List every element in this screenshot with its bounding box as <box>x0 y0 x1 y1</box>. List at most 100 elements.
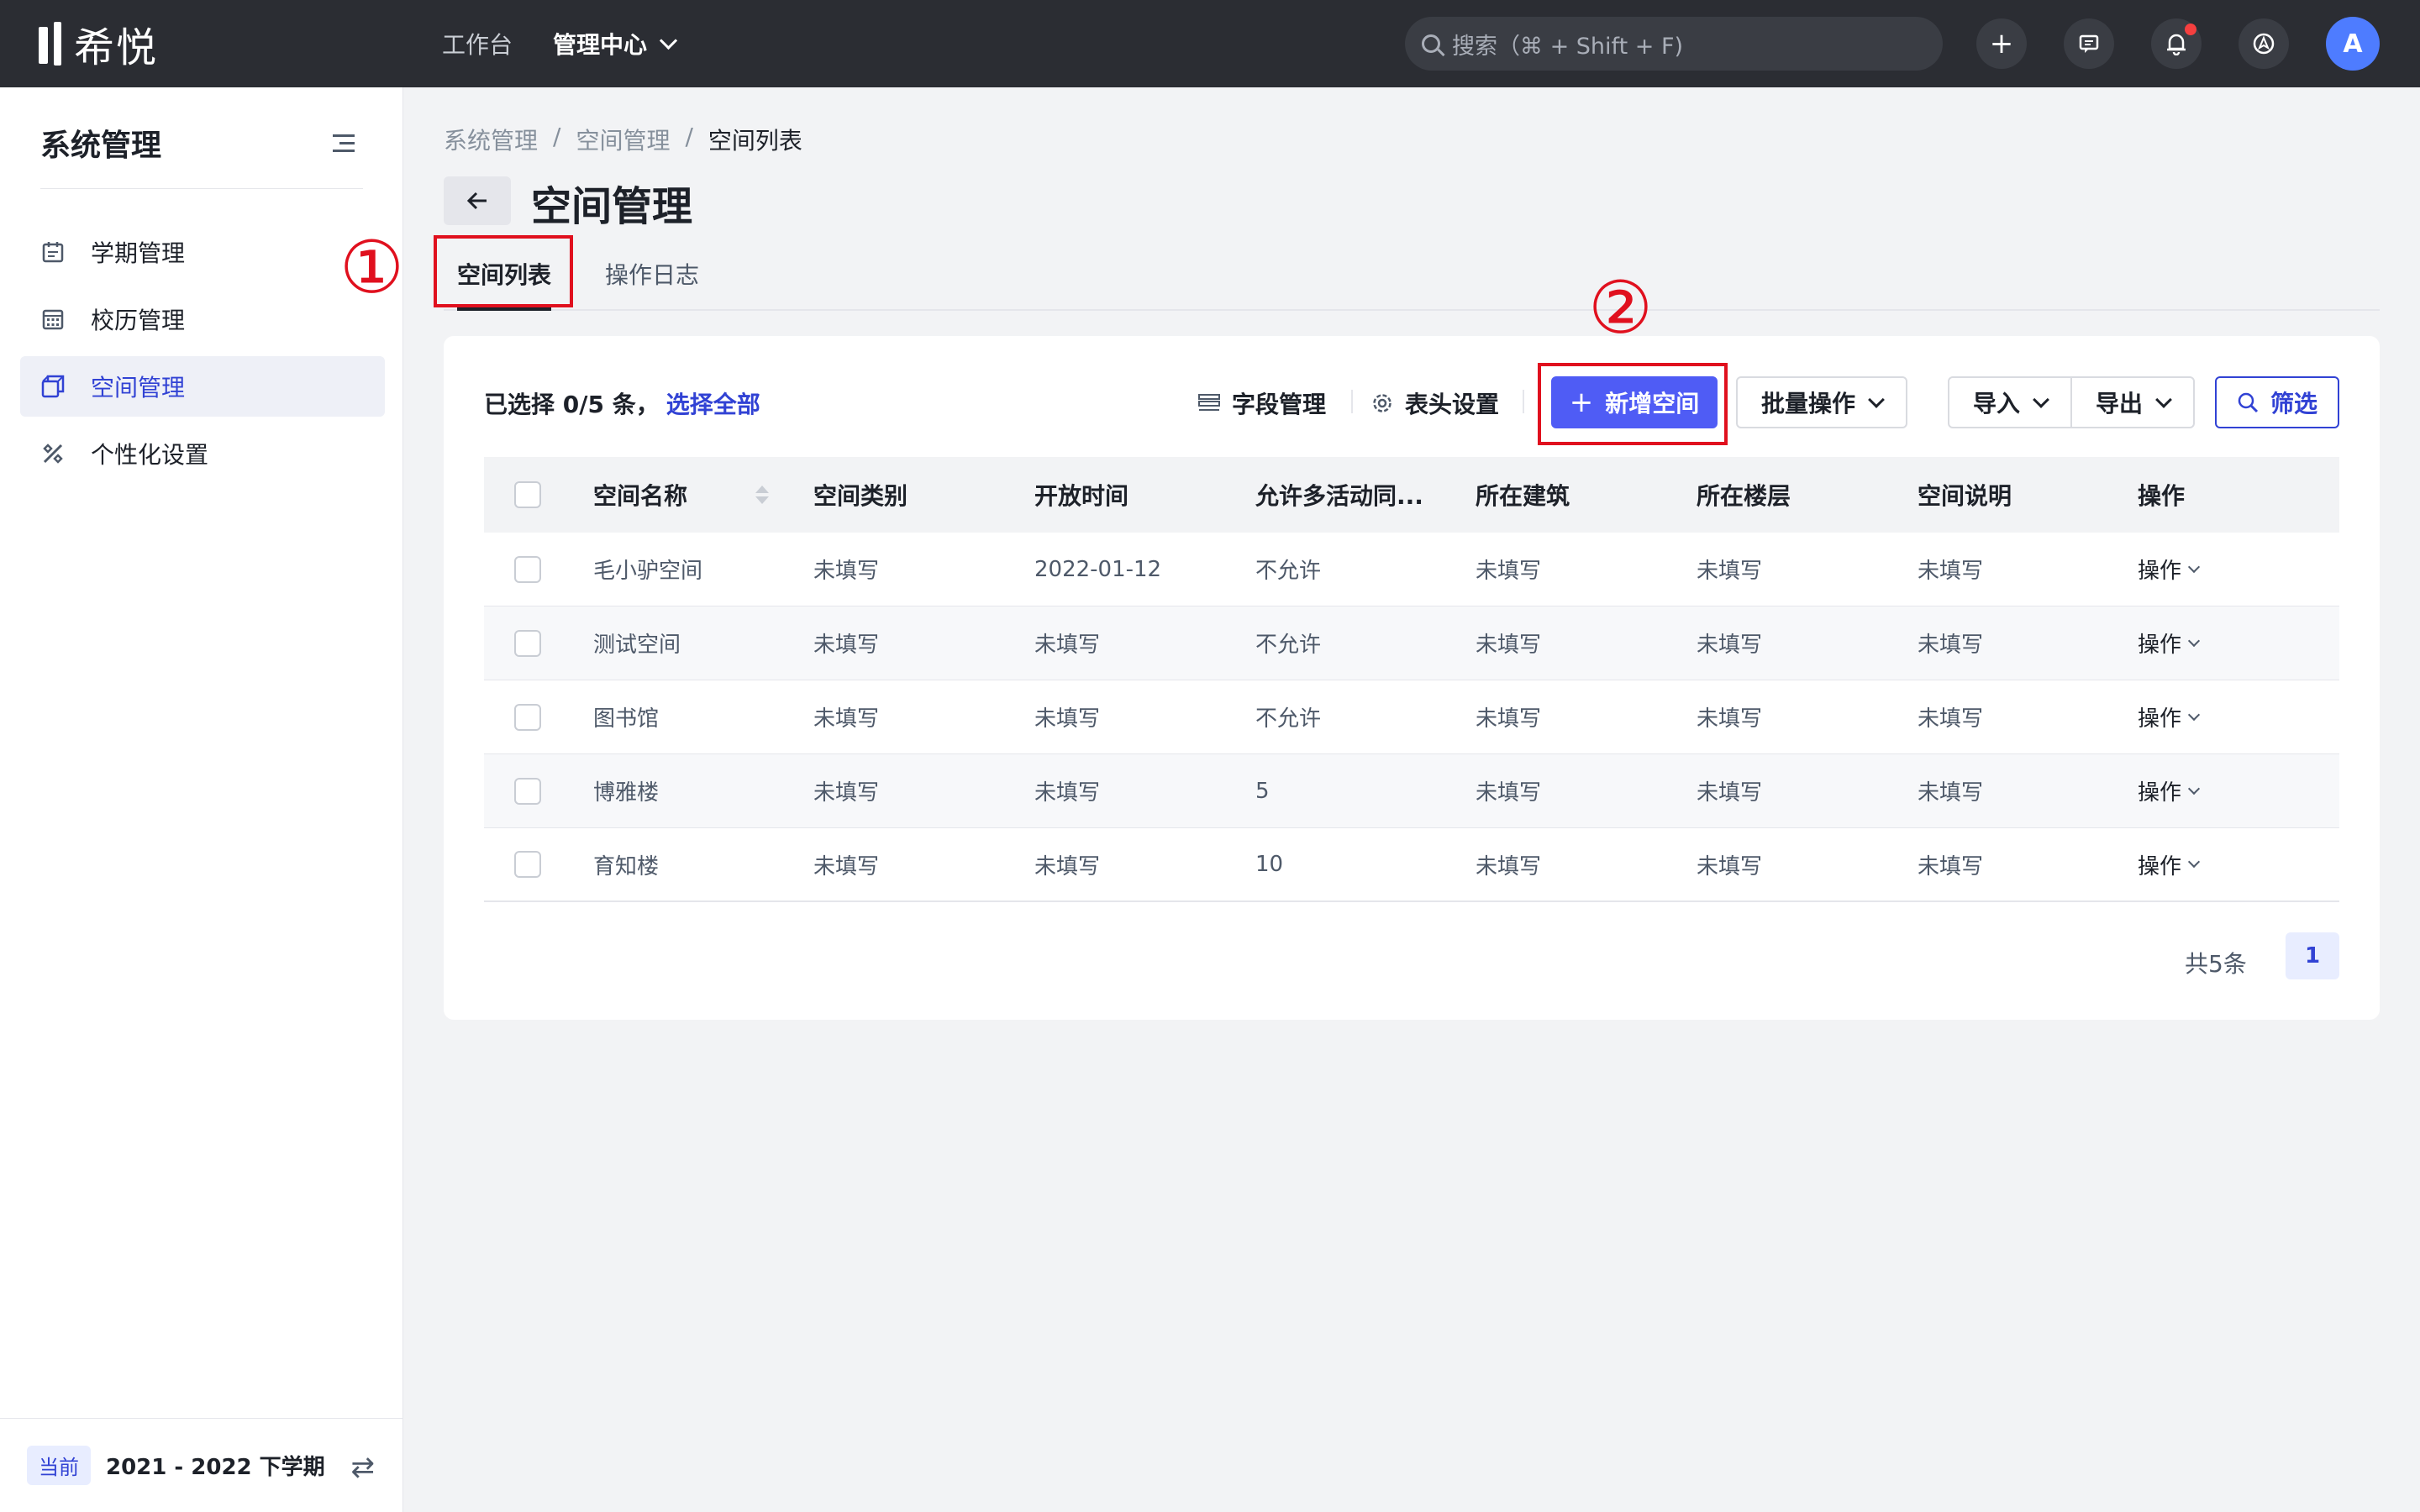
chevron-down-icon <box>2187 634 2201 647</box>
multi-activity: 不允许 <box>1255 633 1322 658</box>
sidebar-title: 系统管理 <box>40 129 162 163</box>
nav-admin-center[interactable]: 管理中心 <box>553 27 678 60</box>
column-header: 允许多活动同... <box>1255 482 1423 510</box>
sidebar-item-label: 学期管理 <box>91 239 186 267</box>
header-settings-button[interactable]: 表头设置 <box>1371 386 1499 420</box>
row-checkbox[interactable] <box>514 703 541 731</box>
chevron-down-icon <box>1868 391 1885 408</box>
field-manage-button[interactable]: 字段管理 <box>1198 386 1326 420</box>
gear-icon <box>1373 394 1392 412</box>
nav-admin-center-label: 管理中心 <box>553 31 648 59</box>
chevron-down-icon <box>659 31 678 50</box>
space-name: 毛小驴空间 <box>593 559 703 584</box>
space-table: 空间名称 空间类别 开放时间 允许多活动同... 所在建筑 所在楼层 空间说明 … <box>484 457 2339 902</box>
tab-operation-log[interactable]: 操作日志 <box>605 239 699 309</box>
multi-activity: 不允许 <box>1255 706 1322 732</box>
pagination-total: 共5条 <box>2185 950 2247 978</box>
batch-ops-dropdown[interactable]: 批量操作 <box>1736 376 1907 428</box>
notifications-button[interactable] <box>2151 18 2202 69</box>
select-all-link[interactable]: 选择全部 <box>666 391 760 418</box>
select-all-checkbox[interactable] <box>514 481 541 508</box>
space-list-card: 已选择 0/5 条， 选择全部 字段管理 表头设置 + 新增空间 批量操作 导入 … <box>444 336 2380 1020</box>
export-dropdown[interactable]: 导出 <box>2070 376 2195 428</box>
sidebar-item-label: 个性化设置 <box>91 441 209 469</box>
table-header: 空间名称 空间类别 开放时间 允许多活动同... 所在建筑 所在楼层 空间说明 … <box>484 457 2339 533</box>
top-nav: 工作台 管理中心 <box>442 0 678 87</box>
cube-icon <box>40 374 66 399</box>
sidebar-item-calendar[interactable]: 校历管理 <box>20 289 385 349</box>
chevron-down-icon <box>2033 391 2049 408</box>
description: 未填写 <box>1918 853 1984 879</box>
table-row: 育知楼 未填写 未填写 10 未填写 未填写 未填写 操作 <box>484 828 2339 902</box>
term-switcher[interactable]: 当前 2021 - 2022 下学期 ⇄ <box>0 1418 403 1512</box>
column-header: 操作 <box>2138 482 2186 510</box>
space-name: 博雅楼 <box>593 780 660 806</box>
row-action-label: 操作 <box>2138 559 2182 584</box>
nav-workbench[interactable]: 工作台 <box>442 27 513 60</box>
collapse-sidebar-icon[interactable] <box>333 134 355 153</box>
tab-bar: 空间列表 操作日志 <box>444 239 2380 311</box>
messages-button[interactable] <box>2064 18 2114 69</box>
logo-mark-icon <box>37 22 67 66</box>
breadcrumb-item[interactable]: 系统管理 <box>444 123 538 156</box>
building: 未填写 <box>1476 780 1542 806</box>
row-action-dropdown[interactable]: 操作 <box>2138 627 2201 659</box>
row-action-dropdown[interactable]: 操作 <box>2138 775 2201 806</box>
open-time: 未填写 <box>1034 853 1101 879</box>
export-label: 导出 <box>2095 390 2143 417</box>
grid-calendar-icon <box>40 307 66 332</box>
toolbar-divider <box>1351 390 1353 413</box>
space-category: 未填写 <box>813 633 880 658</box>
create-button[interactable]: + <box>1976 18 2027 69</box>
sort-icon[interactable] <box>755 486 769 504</box>
plus-icon: + <box>1989 27 2014 60</box>
sidebar-item-label: 校历管理 <box>91 307 186 334</box>
space-category: 未填写 <box>813 780 880 806</box>
swap-icon[interactable]: ⇄ <box>351 1451 376 1484</box>
avatar[interactable]: A <box>2326 17 2380 71</box>
building: 未填写 <box>1476 706 1542 732</box>
floor: 未填写 <box>1697 633 1763 658</box>
table-row: 毛小驴空间 未填写 2022-01-12 不允许 未填写 未填写 未填写 操作 <box>484 533 2339 606</box>
building: 未填写 <box>1476 633 1542 658</box>
row-action-label: 操作 <box>2138 633 2182 658</box>
chat-icon <box>2079 34 2099 53</box>
row-checkbox[interactable] <box>514 555 541 583</box>
chevron-down-icon <box>2155 391 2172 408</box>
app-switch-button[interactable] <box>2238 18 2289 69</box>
back-button[interactable] <box>444 176 511 225</box>
open-time: 未填写 <box>1034 780 1101 806</box>
column-header: 开放时间 <box>1034 482 1129 510</box>
column-header: 空间名称 <box>593 482 688 510</box>
column-header: 空间说明 <box>1918 482 2012 510</box>
row-checkbox[interactable] <box>514 777 541 805</box>
row-action-dropdown[interactable]: 操作 <box>2138 554 2201 585</box>
space-name: 育知楼 <box>593 853 660 879</box>
sidebar-item-term[interactable]: 学期管理 <box>20 222 385 282</box>
chevron-down-icon <box>2187 782 2201 795</box>
annotation-number-2: ② <box>1588 266 1654 350</box>
chevron-down-icon <box>2187 708 2201 721</box>
sidebar-item-space[interactable]: 空间管理 <box>20 356 385 417</box>
row-action-dropdown[interactable]: 操作 <box>2138 701 2201 732</box>
description: 未填写 <box>1918 706 1984 732</box>
row-action-dropdown[interactable]: 操作 <box>2138 849 2201 880</box>
chevron-down-icon <box>2187 560 2201 573</box>
field-manage-label: 字段管理 <box>1232 391 1327 418</box>
global-search[interactable]: 搜索（⌘ + Shift + F) <box>1405 17 1943 71</box>
breadcrumb-item[interactable]: 空间管理 <box>576 123 670 156</box>
import-label: 导入 <box>1972 390 2020 417</box>
row-action-label: 操作 <box>2138 780 2182 806</box>
sidebar-item-personalize[interactable]: 个性化设置 <box>20 423 385 484</box>
space-category: 未填写 <box>813 559 880 584</box>
space-name: 图书馆 <box>593 706 660 732</box>
row-checkbox[interactable] <box>514 851 541 878</box>
building: 未填写 <box>1476 853 1542 879</box>
floor: 未填写 <box>1697 853 1763 879</box>
pagination-page-1[interactable]: 1 <box>2286 932 2339 979</box>
import-dropdown[interactable]: 导入 <box>1948 376 2072 428</box>
app-logo[interactable]: 希悦 <box>37 18 158 71</box>
filter-button[interactable]: 筛选 <box>2215 376 2339 428</box>
row-checkbox[interactable] <box>514 629 541 657</box>
sidebar-item-label: 空间管理 <box>91 374 186 402</box>
